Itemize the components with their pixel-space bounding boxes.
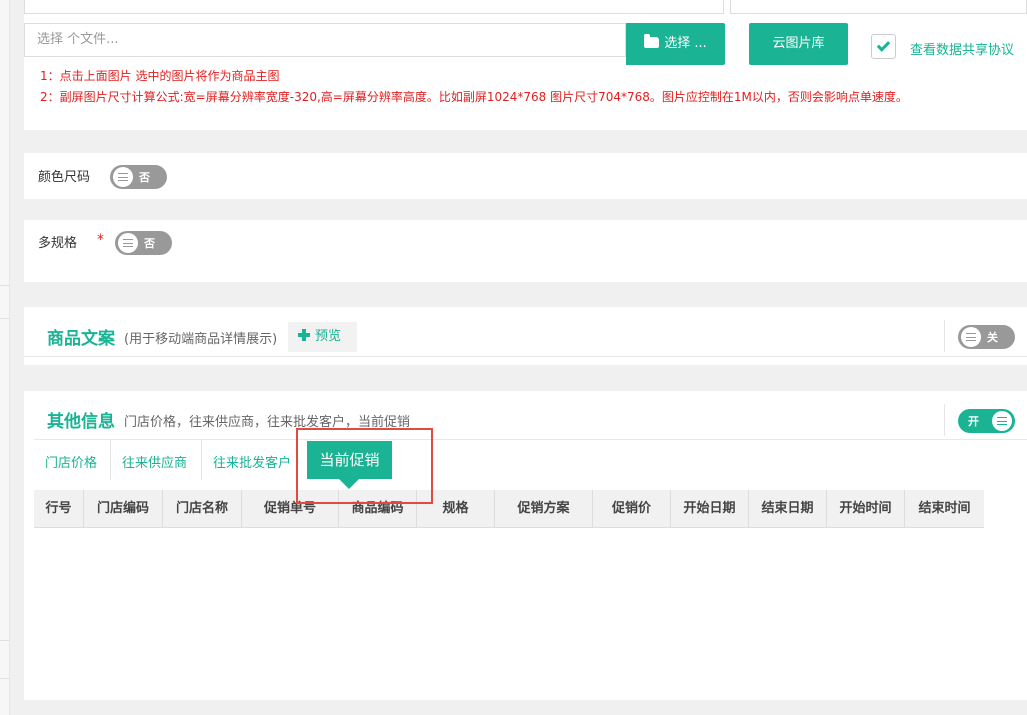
tab-pointer-icon	[339, 479, 359, 489]
product-copy-title: 商品文案	[47, 329, 115, 349]
multi-spec-panel	[24, 220, 1027, 282]
column-header[interactable]: 行号	[34, 490, 84, 528]
left-sidebar-edge	[0, 0, 10, 715]
tab-suppliers[interactable]: 往来供应商	[122, 452, 187, 471]
multi-spec-toggle[interactable]: 否	[115, 231, 172, 255]
sidebar-divider	[0, 678, 10, 679]
upload-note-main-image: 1：点击上面图片 选中的图片将作为商品主图	[40, 69, 280, 83]
tab-bar-top-border	[34, 439, 1027, 440]
toggle-knob-icon	[961, 327, 981, 347]
tab-current-promotion-label: 当前促销	[319, 451, 380, 469]
share-agreement-link[interactable]: 查看数据共享协议	[910, 39, 1014, 58]
column-header[interactable]: 促销价	[593, 490, 671, 528]
tab-store-price[interactable]: 门店价格	[45, 452, 97, 471]
column-header[interactable]: 促销单号	[242, 490, 339, 528]
panel-divider	[24, 356, 1027, 357]
toggle-state-label: 否	[144, 237, 155, 250]
column-header[interactable]: 结束时间	[905, 490, 984, 528]
toggle-knob-icon	[118, 233, 138, 253]
share-agreement-checkbox[interactable]	[871, 34, 896, 59]
select-file-label: 选择 ...	[664, 36, 707, 51]
toggle-state-label: 开	[968, 415, 979, 428]
toggle-state-label: 关	[987, 331, 998, 344]
toggle-knob-icon	[992, 411, 1012, 431]
other-info-panel	[24, 391, 1027, 700]
folder-open-icon	[644, 34, 660, 48]
toggle-state-label: 否	[139, 171, 150, 184]
color-size-label: 颜色尺码	[38, 170, 91, 185]
other-info-toggle[interactable]: 开	[958, 409, 1015, 433]
upper-input-edge[interactable]	[730, 0, 1027, 14]
column-header[interactable]: 规格	[417, 490, 495, 528]
upper-input-edge[interactable]	[24, 0, 724, 14]
file-path-input[interactable]: 选择 个文件...	[24, 23, 626, 57]
column-header[interactable]: 门店名称	[163, 490, 242, 528]
preview-label: 预览	[315, 329, 342, 344]
select-file-button[interactable]: 选择 ...	[626, 23, 725, 65]
plus-icon	[298, 329, 310, 341]
panel-divider	[944, 404, 945, 436]
sidebar-divider	[0, 318, 10, 319]
sidebar-divider	[0, 640, 10, 641]
other-info-subtitle: 门店价格，往来供应商，往来批发客户，当前促销	[124, 415, 411, 430]
column-header[interactable]: 结束日期	[749, 490, 827, 528]
column-header[interactable]: 促销方案	[495, 490, 593, 528]
tab-current-promotion[interactable]: 当前促销	[307, 441, 392, 489]
column-header[interactable]: 门店编码	[84, 490, 163, 528]
tab-separator	[110, 440, 111, 480]
color-size-toggle[interactable]: 否	[110, 165, 167, 189]
promotion-table-header: 行号 门店编码 门店名称 促销单号 商品编码 规格 促销方案 促销价 开始日期 …	[34, 490, 984, 528]
toggle-knob-icon	[113, 167, 133, 187]
tab-wholesale-customers[interactable]: 往来批发客户	[213, 452, 291, 471]
cloud-gallery-button[interactable]: 云图片库	[749, 23, 848, 65]
column-header[interactable]: 商品编码	[339, 490, 417, 528]
product-copy-subtitle: (用于移动端商品详情展示)	[124, 332, 278, 347]
sidebar-divider	[0, 285, 10, 286]
upload-note-size-formula: 2：副屏图片尺寸计算公式:宽=屏幕分辨率宽度-320,高=屏幕分辨率高度。比如副…	[40, 90, 908, 104]
multi-spec-label: 多规格	[38, 236, 78, 251]
image-upload-panel	[24, 0, 1027, 130]
column-header[interactable]: 开始时间	[827, 490, 905, 528]
color-size-panel	[24, 153, 1027, 199]
product-copy-toggle[interactable]: 关	[958, 325, 1015, 349]
tab-separator	[201, 440, 202, 480]
other-info-title: 其他信息	[47, 412, 115, 432]
column-header[interactable]: 开始日期	[671, 490, 749, 528]
panel-divider	[944, 320, 945, 352]
required-mark: *	[97, 232, 104, 248]
checkmark-icon	[876, 38, 891, 52]
preview-button[interactable]: 预览	[288, 322, 357, 352]
